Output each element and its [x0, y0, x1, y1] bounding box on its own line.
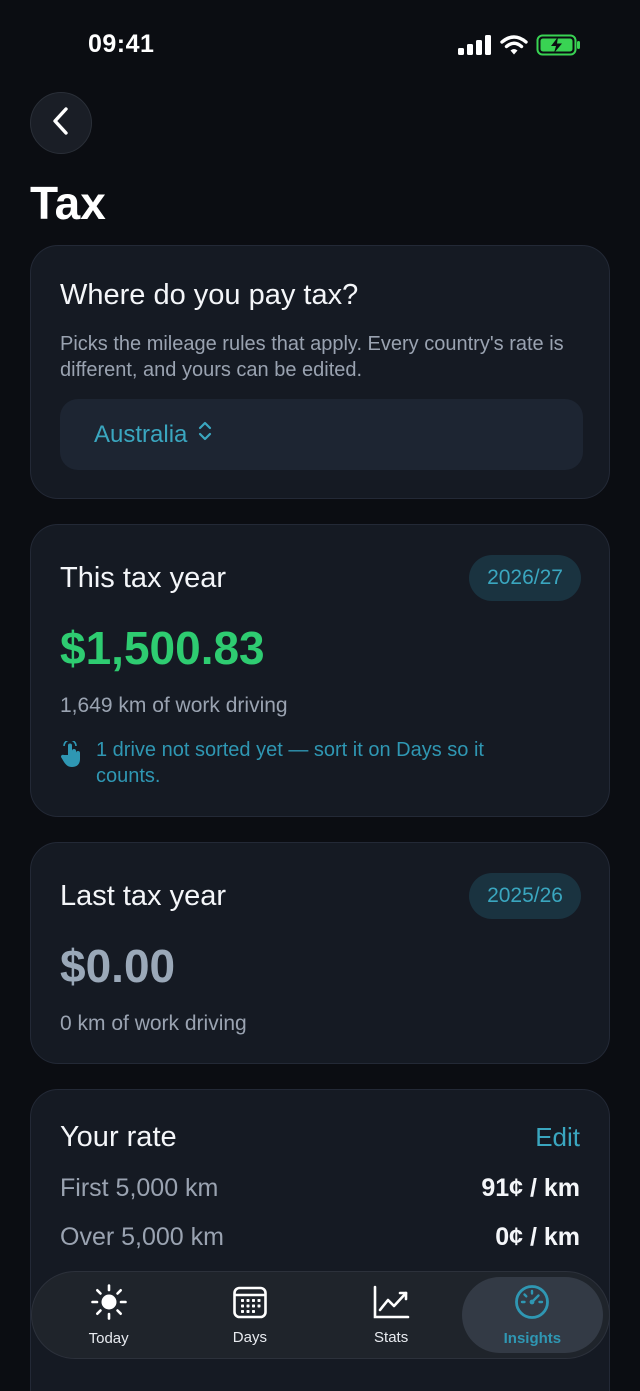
country-select-value: Australia	[94, 420, 188, 448]
tab-stats-label: Stats	[374, 1329, 409, 1346]
signal-icon	[458, 35, 492, 60]
back-button[interactable]	[30, 92, 92, 154]
rate-row-label: Over 5,000 km	[60, 1223, 224, 1251]
wifi-icon	[500, 34, 528, 61]
last-tax-year-distance: 0 km of work driving	[60, 1012, 247, 1035]
country-select[interactable]: Australia	[60, 399, 583, 470]
rate-row: Over 5,000 km 0¢ / km	[60, 1223, 580, 1252]
tax-country-description: Picks the mileage rules that apply. Ever…	[60, 333, 564, 381]
line-chart-icon	[372, 1284, 410, 1325]
tab-today[interactable]: Today	[38, 1277, 179, 1353]
tax-country-card: Where do you pay tax? Picks the mileage …	[30, 245, 610, 499]
tab-insights-label: Insights	[503, 1330, 562, 1347]
unsorted-drives-text: 1 drive not sorted yet — sort it on Days…	[96, 739, 484, 787]
speedometer-icon	[513, 1283, 551, 1326]
tab-bar: Today Days Stats Insights	[31, 1271, 610, 1359]
last-tax-year-period-badge: 2025/26	[469, 873, 581, 919]
calendar-icon	[232, 1284, 268, 1325]
rate-row-label: First 5,000 km	[60, 1174, 219, 1202]
chevron-left-icon	[50, 106, 72, 141]
tab-today-label: Today	[88, 1330, 129, 1347]
rate-row: First 5,000 km 91¢ / km	[60, 1174, 580, 1203]
rate-row-value: 91¢ / km	[481, 1174, 580, 1202]
this-tax-year-period-badge: 2026/27	[469, 555, 581, 601]
status-time: 09:41	[88, 30, 155, 58]
status-icons	[458, 34, 582, 61]
battery-charging-icon	[536, 34, 582, 61]
this-tax-year-title: This tax year	[60, 562, 226, 594]
last-tax-year-amount: $0.00	[60, 940, 176, 992]
hand-tap-icon	[60, 739, 84, 789]
tab-days[interactable]: Days	[179, 1277, 320, 1353]
rate-title: Your rate	[60, 1121, 177, 1153]
unsorted-drives-notice[interactable]: 1 drive not sorted yet — sort it on Days…	[60, 737, 530, 789]
sun-icon	[90, 1283, 128, 1326]
page-title: Tax	[30, 177, 106, 229]
chevron-up-down-icon	[197, 420, 213, 449]
tax-country-title: Where do you pay tax?	[60, 279, 359, 311]
last-tax-year-title: Last tax year	[60, 880, 227, 912]
rate-row-value: 0¢ / km	[495, 1223, 580, 1251]
this-tax-year-amount: $1,500.83	[60, 622, 265, 674]
tab-insights[interactable]: Insights	[461, 1277, 603, 1353]
this-tax-year-card: This tax year 2026/27 $1,500.83 1,649 km…	[30, 524, 610, 817]
tab-days-label: Days	[232, 1329, 267, 1346]
last-tax-year-card: Last tax year 2025/26 $0.00 0 km of work…	[30, 842, 610, 1064]
tab-stats[interactable]: Stats	[321, 1277, 462, 1353]
tax-screen: 09:41 Tax Where do you pay tax? Picks th…	[0, 0, 640, 1391]
this-tax-year-distance: 1,649 km of work driving	[60, 694, 288, 717]
rate-edit-button[interactable]: Edit	[535, 1122, 580, 1153]
